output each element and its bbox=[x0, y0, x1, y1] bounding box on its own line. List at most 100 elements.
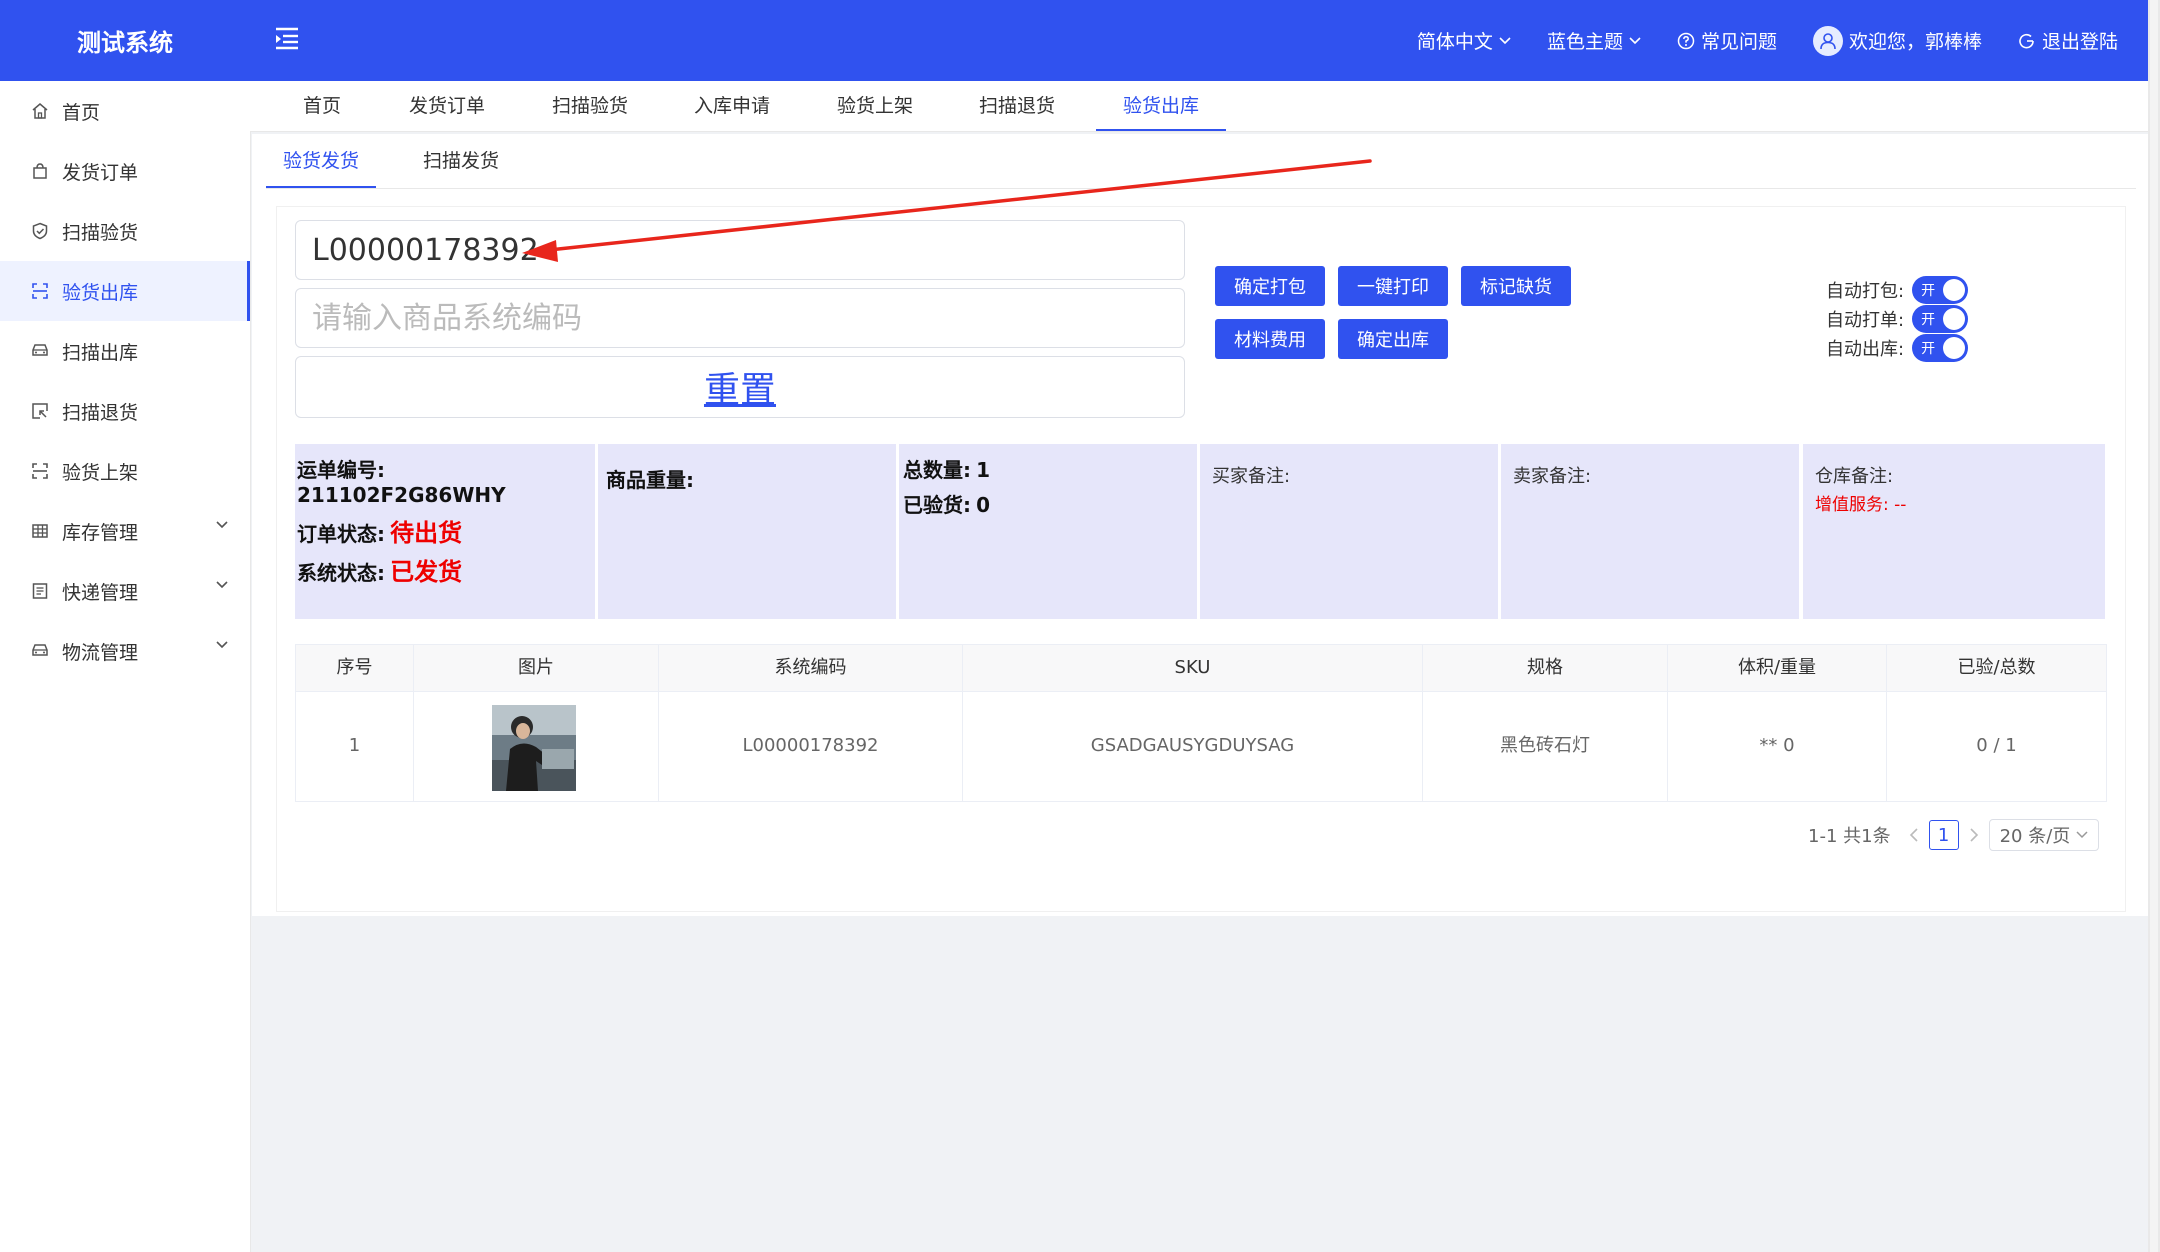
page-size-label: 20 条/页 bbox=[1999, 826, 2071, 847]
tab-inbound-request[interactable]: 入库申请 bbox=[677, 81, 787, 131]
sidebar-item-inspect-outbound[interactable]: 验货出库 bbox=[0, 261, 250, 321]
sidebar-item-label: 物流管理 bbox=[62, 641, 139, 664]
material-cost-button[interactable]: 材料费用 bbox=[1215, 319, 1325, 359]
logout-label: 退出登陆 bbox=[2041, 31, 2118, 53]
total-value: 1 bbox=[976, 458, 991, 482]
sidebar-item-inspect-shelve[interactable]: 验货上架 bbox=[0, 441, 250, 501]
chevron-down-icon bbox=[216, 521, 228, 529]
pagination-summary: 1-1 共1条 bbox=[1808, 826, 1891, 847]
theme-label: 蓝色主题 bbox=[1546, 31, 1623, 53]
shield-icon bbox=[30, 221, 50, 241]
tab-scan-return[interactable]: 扫描退货 bbox=[962, 81, 1072, 131]
user-menu[interactable]: 欢迎您，郭棒棒 bbox=[1812, 25, 1982, 56]
row-checked-total: 0 / 1 bbox=[1976, 735, 2017, 756]
question-icon bbox=[1677, 32, 1695, 49]
sidebar-item-orders[interactable]: 发货订单 bbox=[0, 141, 250, 201]
sidebar-item-label: 扫描验货 bbox=[62, 221, 139, 244]
auto-outbound-toggle-row: 自动出库: 开 bbox=[1826, 334, 1969, 362]
seller-note-label: 卖家备注: bbox=[1513, 466, 1592, 487]
scan-icon bbox=[30, 461, 50, 481]
order-info-cell: 运单编号: 211102F2G86WHY 订单状态: 待出货 系统状态: 已发货 bbox=[295, 444, 595, 619]
list-icon bbox=[30, 581, 50, 601]
page-size-select[interactable]: 20 条/页 bbox=[1988, 819, 2100, 851]
column-header: 体积/重量 bbox=[1668, 645, 1887, 691]
warehouse-note-label: 仓库备注: bbox=[1815, 466, 1894, 487]
language-label: 简体中文 bbox=[1416, 31, 1493, 53]
tab-home[interactable]: 首页 bbox=[280, 81, 364, 131]
chevron-right-icon[interactable] bbox=[1969, 828, 1979, 842]
tab-scan-inspect[interactable]: 扫描验货 bbox=[535, 81, 645, 131]
one-click-print-button[interactable]: 一键打印 bbox=[1338, 266, 1448, 306]
switch-state: 开 bbox=[1921, 341, 1936, 357]
avatar bbox=[1812, 25, 1843, 56]
theme-select[interactable]: 蓝色主题 bbox=[1547, 27, 1641, 54]
faq-link[interactable]: 常见问题 bbox=[1677, 27, 1777, 54]
row-spec: 黑色砖石灯 bbox=[1423, 691, 1668, 801]
system-status-value: 已发货 bbox=[390, 558, 463, 586]
sidebar-item-scan-outbound[interactable]: 扫描出库 bbox=[0, 321, 250, 381]
table-icon bbox=[30, 521, 50, 541]
auto-outbound-switch[interactable]: 开 bbox=[1912, 334, 1969, 362]
tab-shipping-orders[interactable]: 发货订单 bbox=[392, 81, 502, 131]
sidebar-item-express[interactable]: 快递管理 bbox=[0, 561, 250, 621]
toggle-label: 自动出库: bbox=[1826, 339, 1905, 360]
sidebar: 首页 发货订单 扫描验货 验货出库 扫描出库 扫描退货 验货上架 库存管理 快递… bbox=[0, 81, 251, 1252]
sidebar-item-home[interactable]: 首页 bbox=[0, 81, 250, 141]
mark-shortage-button[interactable]: 标记缺货 bbox=[1461, 266, 1571, 306]
logout-icon bbox=[2019, 33, 2034, 48]
tab-inspect-outbound[interactable]: 验货出库 bbox=[1096, 81, 1226, 131]
product-code-input[interactable] bbox=[295, 288, 1185, 348]
system-status-label: 系统状态: bbox=[297, 561, 385, 585]
chevron-down-icon bbox=[216, 581, 228, 589]
scan-icon bbox=[30, 281, 50, 301]
menu-toggle-icon[interactable] bbox=[272, 24, 302, 52]
quantity-info-cell: 总数量: 1 已验货: 0 bbox=[899, 444, 1197, 619]
home-icon bbox=[30, 101, 50, 121]
auto-pack-switch[interactable]: 开 bbox=[1912, 276, 1969, 304]
column-header: 规格 bbox=[1423, 645, 1668, 691]
items-table: 序号 图片 系统编码 SKU 规格 体积/重量 已验/总数 1 L0000017… bbox=[295, 644, 2107, 802]
switch-state: 开 bbox=[1921, 312, 1936, 328]
tab-bar: 首页 发货订单 扫描验货 入库申请 验货上架 扫描退货 验货出库 bbox=[250, 81, 2148, 132]
value-added-value: -- bbox=[1894, 495, 1907, 515]
row-index: 1 bbox=[296, 691, 414, 801]
language-select[interactable]: 简体中文 bbox=[1417, 27, 1511, 54]
sidebar-item-label: 库存管理 bbox=[62, 521, 139, 544]
waybill-input[interactable] bbox=[295, 220, 1185, 280]
auto-print-switch[interactable]: 开 bbox=[1912, 305, 1969, 333]
chevron-down-icon bbox=[1499, 36, 1511, 44]
chevron-down-icon bbox=[216, 641, 228, 649]
chevron-down-icon bbox=[2076, 831, 2088, 839]
row-sku: GSADGAUSYGDUYSAG bbox=[963, 691, 1423, 801]
sidebar-item-scan-inspect[interactable]: 扫描验货 bbox=[0, 201, 250, 261]
weight-info-cell: 商品重量: bbox=[598, 444, 896, 619]
total-label: 总数量: bbox=[903, 458, 971, 482]
logout-link[interactable]: 退出登陆 bbox=[2018, 27, 2118, 54]
tab-inspect-shelve[interactable]: 验货上架 bbox=[820, 81, 930, 131]
confirm-outbound-button[interactable]: 确定出库 bbox=[1338, 319, 1448, 359]
subtab-inspect-ship[interactable]: 验货发货 bbox=[266, 134, 376, 188]
buyer-note-label: 买家备注: bbox=[1212, 466, 1291, 487]
sidebar-item-scan-return[interactable]: 扫描退货 bbox=[0, 381, 250, 441]
product-thumbnail[interactable] bbox=[492, 705, 576, 791]
sidebar-item-label: 扫描出库 bbox=[62, 341, 139, 364]
checked-value: 0 bbox=[976, 493, 991, 517]
page-scrollbar[interactable] bbox=[2148, 0, 2160, 1252]
chevron-left-icon[interactable] bbox=[1909, 828, 1919, 842]
welcome-text: 欢迎您，郭棒棒 bbox=[1848, 31, 1982, 53]
reset-button[interactable]: 重置 bbox=[295, 356, 1185, 418]
toggle-label: 自动打单: bbox=[1826, 310, 1905, 331]
confirm-pack-button[interactable]: 确定打包 bbox=[1215, 266, 1325, 306]
order-status-label: 订单状态: bbox=[297, 522, 385, 546]
car-icon bbox=[30, 341, 50, 361]
value-added-label: 增值服务: bbox=[1815, 495, 1889, 515]
auto-print-toggle-row: 自动打单: 开 bbox=[1826, 305, 1969, 333]
sidebar-item-inventory[interactable]: 库存管理 bbox=[0, 501, 250, 561]
subtab-scan-ship[interactable]: 扫描发货 bbox=[406, 134, 516, 188]
truck-icon bbox=[30, 641, 50, 661]
page-1-button[interactable]: 1 bbox=[1928, 820, 1959, 850]
sidebar-item-logistics[interactable]: 物流管理 bbox=[0, 621, 250, 681]
column-header: 序号 bbox=[296, 645, 414, 691]
sidebar-item-label: 验货出库 bbox=[62, 281, 139, 304]
subtab-bar: 验货发货 扫描发货 bbox=[266, 134, 2136, 189]
